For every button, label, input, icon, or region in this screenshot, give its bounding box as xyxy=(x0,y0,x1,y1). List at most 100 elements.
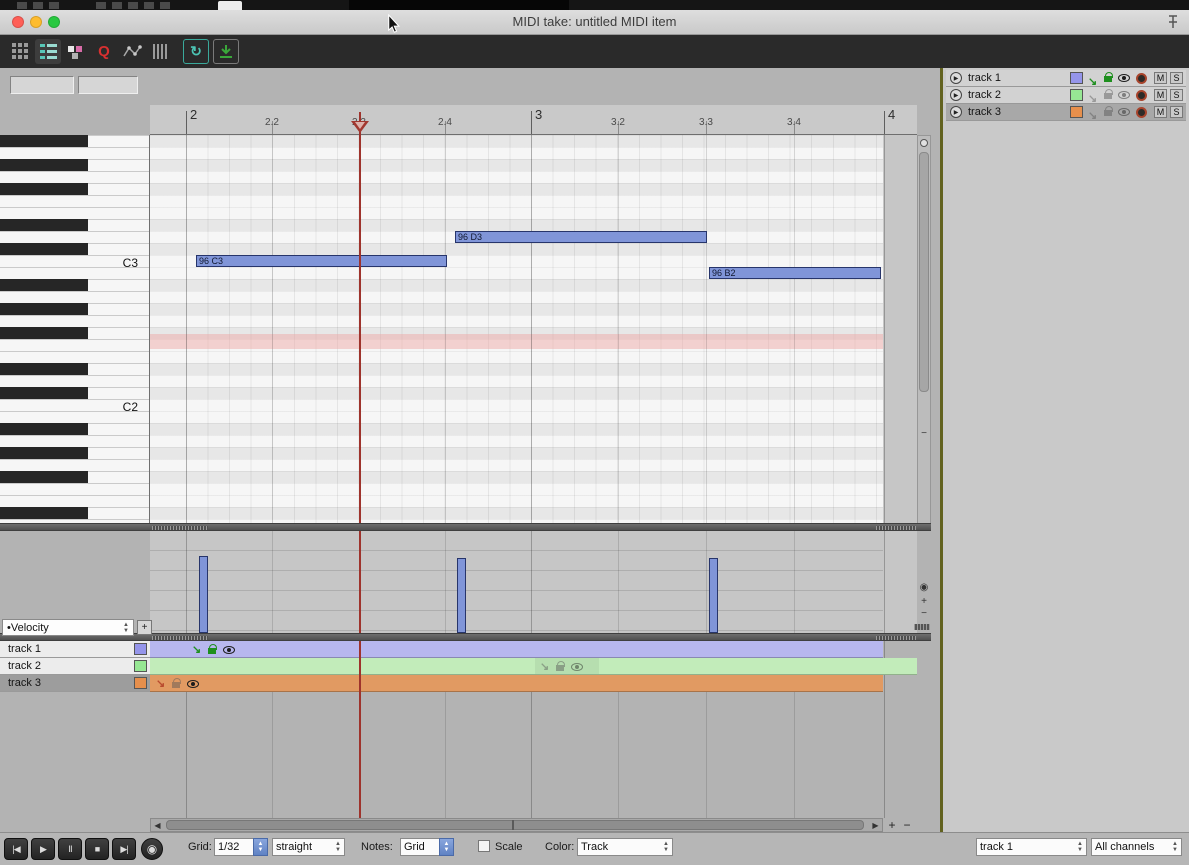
velocity-bar-3[interactable] xyxy=(709,558,718,633)
velocity-lane-options-icon[interactable]: ◉ xyxy=(917,582,931,594)
keyboard-toggle-knob[interactable] xyxy=(920,139,928,147)
go-to-end-button[interactable]: ▶| xyxy=(112,838,136,860)
channel-filter-dropdown[interactable]: All channels xyxy=(1091,838,1182,856)
black-keys[interactable] xyxy=(0,135,88,528)
visibility-eye-icon[interactable] xyxy=(187,680,200,688)
velocity-zoom-out-button[interactable]: − xyxy=(917,608,931,620)
visibility-eye-icon[interactable] xyxy=(223,646,236,654)
pause-button[interactable]: Ⅱ xyxy=(58,838,82,860)
record-arm-icon[interactable] xyxy=(1136,90,1147,101)
play-circle-icon[interactable] xyxy=(950,72,962,84)
velocity-bar-2[interactable] xyxy=(457,558,466,633)
cc-lane-selector[interactable]: •Velocity xyxy=(2,619,134,636)
grid-size-spinner[interactable] xyxy=(253,838,268,856)
note-grid-view-icon[interactable] xyxy=(7,39,33,64)
scroll-left-arrow[interactable] xyxy=(150,818,165,832)
named-notes-view-icon[interactable] xyxy=(35,39,61,64)
stop-button[interactable]: ■ xyxy=(85,838,109,860)
visibility-eye-icon[interactable] xyxy=(1118,74,1130,82)
solo-button[interactable]: S xyxy=(1170,106,1183,118)
go-to-start-button[interactable]: |◀ xyxy=(4,838,28,860)
notes-size-dropdown[interactable]: Grid xyxy=(400,838,440,856)
note-property-box-1[interactable] xyxy=(10,76,74,94)
velocity-zoom-in-button[interactable]: + xyxy=(917,596,931,608)
color-palette-icon[interactable] xyxy=(63,39,89,64)
horizontal-scrollbar-thumb[interactable] xyxy=(166,820,864,830)
velocity-splitter[interactable] xyxy=(0,523,931,531)
track-lane-2[interactable] xyxy=(150,658,917,675)
color-mode-dropdown[interactable]: Track xyxy=(577,838,673,856)
grid-size-dropdown[interactable]: 1/32 xyxy=(214,838,254,856)
event-lines-icon[interactable] xyxy=(147,39,173,64)
dock-pin-icon[interactable] xyxy=(1165,14,1181,30)
lock-icon[interactable] xyxy=(556,661,566,671)
grid-vertical-scrollbar-thumb[interactable] xyxy=(919,152,929,392)
horizontal-zoom-in-button[interactable]: + xyxy=(885,818,899,832)
sync-playback-icon[interactable]: ↻ xyxy=(183,39,209,64)
active-edit-icon[interactable] xyxy=(192,640,201,658)
lock-icon[interactable] xyxy=(1104,89,1113,99)
velocity-lane-grip[interactable] xyxy=(914,624,930,630)
play-button[interactable]: ▶ xyxy=(31,838,55,860)
active-edit-icon[interactable] xyxy=(156,674,165,692)
record-arm-icon[interactable] xyxy=(1136,107,1147,118)
scroll-right-arrow[interactable] xyxy=(868,818,883,832)
mute-button[interactable]: M xyxy=(1154,72,1167,84)
add-cc-lane-button[interactable]: + xyxy=(137,620,152,635)
splitter-grip[interactable] xyxy=(876,636,916,640)
mute-button[interactable]: M xyxy=(1154,106,1167,118)
vertical-zoom-out-button[interactable]: − xyxy=(917,428,931,440)
track-lane-3[interactable] xyxy=(150,675,883,692)
lock-icon[interactable] xyxy=(1104,72,1113,82)
solo-button[interactable]: S xyxy=(1170,89,1183,101)
splitter-grip[interactable] xyxy=(876,526,916,530)
panel-track-row-2[interactable]: track 2 M S xyxy=(946,87,1186,104)
panel-track-row-3-selected[interactable]: track 3 M S xyxy=(946,104,1186,121)
solo-button[interactable]: S xyxy=(1170,72,1183,84)
midi-note-c3[interactable]: 96 C3 xyxy=(196,255,447,267)
splitter-grip[interactable] xyxy=(152,526,208,530)
track-color-swatch[interactable] xyxy=(134,643,147,655)
note-grid[interactable] xyxy=(150,135,883,528)
mute-button[interactable]: M xyxy=(1154,89,1167,101)
piano-keyboard[interactable] xyxy=(0,135,150,528)
track-color-swatch[interactable] xyxy=(1070,89,1083,101)
lock-icon[interactable] xyxy=(208,644,218,654)
titlebar[interactable]: MIDI take: untitled MIDI item xyxy=(0,10,1189,35)
active-edit-icon[interactable] xyxy=(1088,106,1097,124)
panel-track-row-1[interactable]: track 1 M S xyxy=(946,70,1186,87)
metronome-button[interactable]: ◉ xyxy=(141,838,163,860)
track-filter-dropdown[interactable]: track 1 xyxy=(976,838,1087,856)
scale-checkbox[interactable] xyxy=(478,840,490,852)
track-color-swatch[interactable] xyxy=(134,660,147,672)
import-notes-icon[interactable] xyxy=(213,39,239,64)
quantize-icon[interactable]: Q xyxy=(91,39,117,64)
track-lane-1[interactable] xyxy=(150,641,883,658)
lock-icon[interactable] xyxy=(172,678,182,688)
play-circle-icon[interactable] xyxy=(950,89,962,101)
track-row-2[interactable]: track 2 xyxy=(0,658,150,675)
note-property-box-2[interactable] xyxy=(78,76,138,94)
swing-dropdown[interactable]: straight xyxy=(272,838,345,856)
record-arm-icon[interactable] xyxy=(1136,73,1147,84)
midi-note-d3[interactable]: 96 D3 xyxy=(455,231,707,243)
visibility-eye-icon[interactable] xyxy=(1118,91,1130,99)
play-circle-icon[interactable] xyxy=(950,106,962,118)
visibility-eye-icon[interactable] xyxy=(571,663,584,671)
envelope-points-icon[interactable] xyxy=(119,39,145,64)
velocity-lane[interactable] xyxy=(150,531,883,633)
midi-note-b2[interactable]: 96 B2 xyxy=(709,267,881,279)
timeline-ruler[interactable]: 2 2.2 2.3 2.4 3 3.2 3.3 3.4 4 xyxy=(150,105,917,135)
splitter-grip[interactable] xyxy=(152,636,208,640)
notes-size-spinner[interactable] xyxy=(439,838,454,856)
velocity-bar-1[interactable] xyxy=(199,556,208,633)
track-color-swatch[interactable] xyxy=(134,677,147,689)
track-row-1[interactable]: track 1 xyxy=(0,641,150,658)
horizontal-zoom-out-button[interactable]: − xyxy=(900,818,914,832)
lock-icon[interactable] xyxy=(1104,106,1113,116)
visibility-eye-icon[interactable] xyxy=(1118,108,1130,116)
active-edit-icon[interactable] xyxy=(540,657,549,675)
track-color-swatch[interactable] xyxy=(1070,106,1083,118)
track-color-swatch[interactable] xyxy=(1070,72,1083,84)
track-row-3-selected[interactable]: track 3 xyxy=(0,675,150,692)
